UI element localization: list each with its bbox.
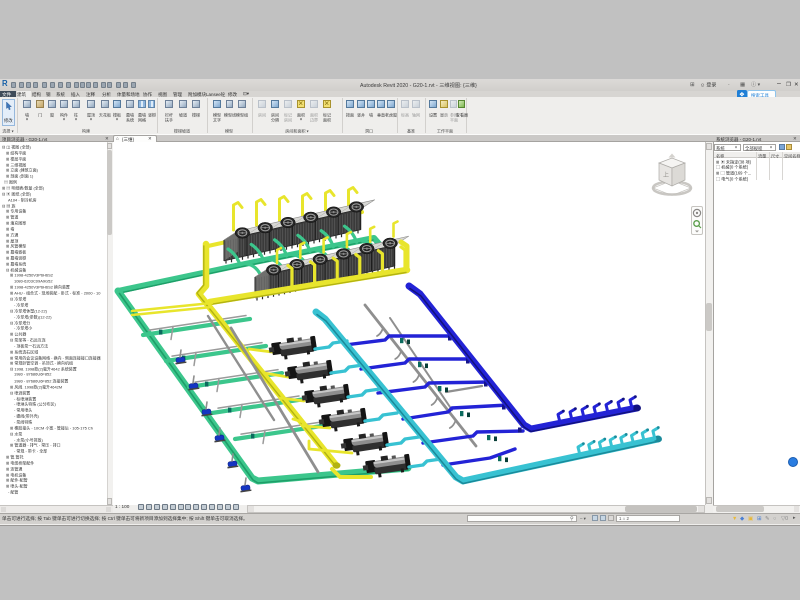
svg-text:上: 上 (663, 171, 669, 179)
